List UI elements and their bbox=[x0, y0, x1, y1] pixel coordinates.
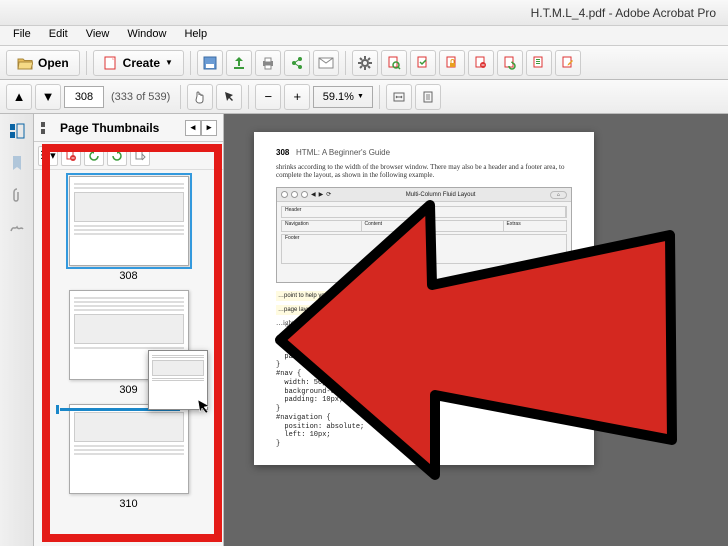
main-toolbar: Open Create ▼ bbox=[0, 46, 728, 80]
page-up-icon[interactable]: ▲ bbox=[6, 84, 32, 110]
window-titlebar: H.T.M.L_4.pdf - Adobe Acrobat Pro bbox=[0, 0, 728, 26]
thumbnail-list[interactable]: 308 309 310 bbox=[34, 170, 223, 524]
doc-form-icon[interactable] bbox=[526, 50, 552, 76]
thumb-label: 310 bbox=[44, 498, 213, 510]
extract-page-icon[interactable] bbox=[130, 146, 150, 166]
doc-edit-icon[interactable] bbox=[555, 50, 581, 76]
prev-thumb-icon[interactable]: ◂ bbox=[185, 120, 201, 136]
delete-page-icon[interactable] bbox=[61, 146, 81, 166]
doc-cancel-icon[interactable] bbox=[468, 50, 494, 76]
menu-edit[interactable]: Edit bbox=[40, 26, 77, 45]
fit-page-icon[interactable] bbox=[415, 84, 441, 110]
page-number: 308 bbox=[276, 148, 289, 157]
callout-2: …page layout, the following shows what t… bbox=[276, 305, 572, 315]
page-down-icon[interactable]: ▼ bbox=[35, 84, 61, 110]
mail-icon[interactable] bbox=[313, 50, 339, 76]
body-paragraph: shrinks according to the width of the br… bbox=[276, 163, 572, 179]
page-number-input[interactable] bbox=[64, 86, 104, 108]
bookmarks-tab-icon[interactable] bbox=[6, 152, 28, 174]
gear-icon[interactable] bbox=[352, 50, 378, 76]
fit-width-icon[interactable] bbox=[386, 84, 412, 110]
rotate-ccw-icon[interactable] bbox=[84, 146, 104, 166]
page-308: 308 HTML: A Beginner's Guide shrinks acc… bbox=[254, 132, 594, 465]
chapter-title: HTML: A Beginner's Guide bbox=[296, 148, 390, 157]
share-icon[interactable] bbox=[284, 50, 310, 76]
print-icon[interactable] bbox=[255, 50, 281, 76]
doc-check-icon[interactable] bbox=[410, 50, 436, 76]
upload-icon[interactable] bbox=[226, 50, 252, 76]
doc-search-icon[interactable] bbox=[381, 50, 407, 76]
doc-refresh-icon[interactable] bbox=[497, 50, 523, 76]
thumbnails-panel: Page Thumbnails ◂ ▸ ☰▾ 308 309 bbox=[34, 114, 224, 546]
menubar: File Edit View Window Help bbox=[0, 26, 728, 46]
side-tab-strip bbox=[0, 114, 34, 546]
save-icon[interactable] bbox=[197, 50, 223, 76]
thumbnails-tab-icon[interactable] bbox=[6, 120, 28, 142]
code-block: #header { margin: 10px 10px 0px 10px; pa… bbox=[276, 335, 572, 449]
create-label: Create bbox=[123, 56, 160, 70]
thumbnail-toolbar: ☰▾ bbox=[34, 142, 223, 170]
attachments-tab-icon[interactable] bbox=[6, 184, 28, 206]
hand-tool-icon[interactable] bbox=[187, 84, 213, 110]
thumbnails-title: Page Thumbnails bbox=[60, 121, 159, 135]
page-count: (333 of 539) bbox=[111, 91, 170, 103]
nav-toolbar: ▲ ▼ (333 of 539) − + 59.1% ▼ bbox=[0, 80, 728, 114]
signatures-tab-icon[interactable] bbox=[6, 216, 28, 238]
cursor-icon bbox=[197, 399, 209, 415]
zoom-select[interactable]: 59.1% ▼ bbox=[313, 86, 373, 108]
drag-page-ghost bbox=[148, 350, 208, 410]
thumb-label: 308 bbox=[44, 270, 213, 282]
zoom-out-icon[interactable]: − bbox=[255, 84, 281, 110]
options-icon[interactable]: ☰▾ bbox=[38, 146, 58, 166]
select-tool-icon[interactable] bbox=[216, 84, 242, 110]
menu-view[interactable]: View bbox=[77, 26, 119, 45]
menu-file[interactable]: File bbox=[4, 26, 40, 45]
document-view[interactable]: 308 HTML: A Beginner's Guide shrinks acc… bbox=[224, 114, 728, 546]
embedded-browser-figure: ◀▶⟳ Multi-Column Fluid Layout ⌂ Header N… bbox=[276, 187, 572, 283]
menu-window[interactable]: Window bbox=[118, 26, 175, 45]
rotate-cw-icon[interactable] bbox=[107, 146, 127, 166]
callout-1: …point to help you build the basic page … bbox=[276, 291, 572, 301]
next-thumb-icon[interactable]: ▸ bbox=[201, 120, 217, 136]
thumbnail-308[interactable]: 308 bbox=[44, 176, 213, 282]
thumbnail-310[interactable]: 310 bbox=[44, 404, 213, 510]
create-button[interactable]: Create ▼ bbox=[93, 50, 184, 76]
doc-lock-icon[interactable] bbox=[439, 50, 465, 76]
caption: …ight look like: bbox=[276, 319, 572, 327]
open-button[interactable]: Open bbox=[6, 50, 80, 76]
menu-help[interactable]: Help bbox=[175, 26, 216, 45]
zoom-in-icon[interactable]: + bbox=[284, 84, 310, 110]
open-label: Open bbox=[38, 56, 69, 70]
thumbnails-icon bbox=[40, 121, 54, 135]
